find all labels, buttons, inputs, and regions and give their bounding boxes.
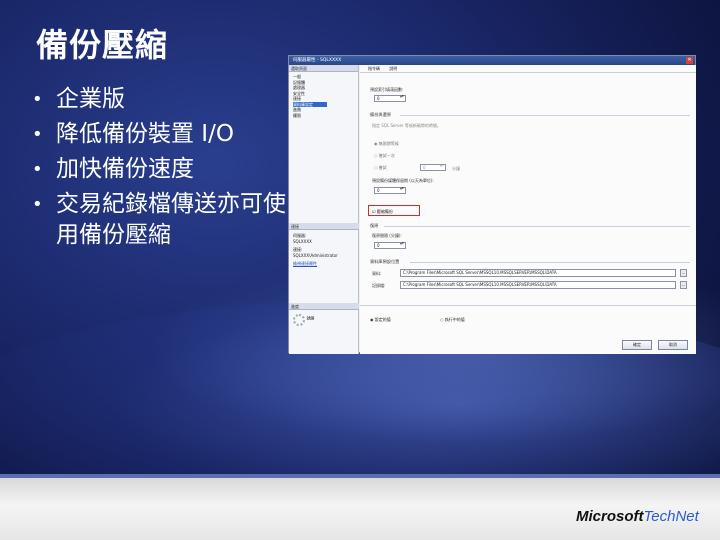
- tape-note: 指定 SQL Server 等候新磁帶的時間。: [372, 123, 441, 128]
- try-once-label: 嘗試一次: [378, 153, 395, 158]
- section-divider: [410, 262, 690, 263]
- compress-backup-highlight: [368, 205, 420, 216]
- page-list: 一般 記憶體 處理器 安全性 連接 資料庫設定 進階 權限: [289, 72, 358, 118]
- wait-indefinitely-radio[interactable]: ◉ 無限期等候: [374, 141, 399, 147]
- progress-header: 進度: [289, 303, 359, 310]
- dialog-title-bar: 伺服器屬性 - SQLXXXX ✕: [289, 56, 695, 65]
- progress-status: 就緒: [306, 315, 315, 321]
- bullet-item: 交易紀錄檔傳送亦可使用備份壓縮: [30, 189, 290, 251]
- bullet-item: 加快備份速度: [30, 154, 290, 185]
- view-connection-link[interactable]: 檢視連接屬性: [293, 261, 355, 267]
- try-once-radio[interactable]: ○ 嘗試一次: [374, 153, 395, 159]
- section-divider: [400, 115, 690, 116]
- retention-input[interactable]: 0: [374, 187, 406, 194]
- try-for-radio[interactable]: ○ 嘗試: [374, 165, 387, 171]
- dialog-left-pane: 選取頁面 一般 記憶體 處理器 安全性 連接 資料庫設定 進階 權限 連接 伺服…: [289, 65, 359, 354]
- bullet-item: 企業版: [30, 84, 290, 115]
- fill-factor-input[interactable]: 0: [374, 95, 406, 102]
- log-location-label: 記錄檔:: [372, 283, 386, 288]
- section-divider: [384, 226, 690, 227]
- recovery-interval-label: 復原間隔 (分鐘):: [372, 233, 402, 238]
- backup-restore-section: 備份與還原: [370, 112, 391, 117]
- running-values-radio[interactable]: ○ 執行中的值: [440, 317, 465, 323]
- slide-title: 備份壓縮: [36, 26, 169, 64]
- data-location-input[interactable]: C:\Program Files\Microsoft SQL Server\MS…: [400, 269, 676, 277]
- slide: 備份壓縮 企業版 降低備份裝置 I/O 加快備份速度 交易紀錄檔傳送亦可使用備份…: [0, 0, 720, 540]
- dialog-toolbar: 指令碼 說明: [360, 65, 696, 73]
- select-page-header: 選取頁面: [289, 65, 358, 72]
- connection-value: SQLXXX\Administrator: [293, 252, 338, 258]
- close-icon[interactable]: ✕: [686, 57, 693, 64]
- progress-panel: 進度 就緒: [289, 303, 359, 326]
- try-minutes-input[interactable]: 0: [420, 164, 446, 171]
- progress-spinner-icon: [293, 314, 305, 326]
- logo-brand: Microsoft: [576, 508, 644, 525]
- connection-header: 連接: [289, 223, 359, 230]
- footer-divider: [360, 305, 696, 306]
- try-for-label: 嘗試: [378, 165, 387, 170]
- server-properties-dialog: 伺服器屬性 - SQLXXXX ✕ 選取頁面 一般 記憶體 處理器 安全性 連接…: [288, 55, 696, 354]
- help-button[interactable]: 說明: [389, 66, 397, 71]
- running-values-label: 執行中的值: [444, 317, 465, 322]
- script-button[interactable]: 指令碼: [368, 66, 380, 71]
- microsoft-technet-logo: MicrosoftTechNet: [576, 508, 699, 525]
- page-item-permissions[interactable]: 權限: [293, 113, 358, 119]
- connection-panel: 連接 伺服器: SQLXXXX 連接: SQLXXX\Administrator…: [289, 223, 359, 270]
- dialog-title: 伺服器屬性 - SQLXXXX: [293, 58, 342, 63]
- log-location-input[interactable]: C:\Program Files\Microsoft SQL Server\MS…: [400, 281, 676, 289]
- db-default-locations-section: 資料庫預設位置: [370, 259, 400, 264]
- bullet-item: 降低備份裝置 I/O: [30, 119, 290, 150]
- configured-values-label: 設定的值: [374, 317, 391, 322]
- recovery-interval-input[interactable]: 0: [374, 242, 406, 249]
- recovery-section: 復原: [370, 223, 379, 228]
- server-value: SQLXXXX: [293, 238, 312, 244]
- cancel-button[interactable]: 取消: [658, 340, 688, 350]
- retention-label: 預設備份媒體保留期 (以天為單位):: [372, 178, 434, 183]
- configured-values-radio[interactable]: ◉ 設定的值: [370, 317, 391, 323]
- log-browse-button[interactable]: ...: [680, 281, 687, 289]
- wait-indefinitely-label: 無限期等候: [378, 141, 399, 146]
- bullet-list: 企業版 降低備份裝置 I/O 加快備份速度 交易紀錄檔傳送亦可使用備份壓縮: [30, 84, 290, 255]
- dialog-right-pane: 指令碼 說明 預設索引填滿因數: 0 備份與還原 指定 SQL Server 等…: [360, 65, 696, 354]
- minutes-label: 分鐘: [452, 166, 460, 171]
- fill-factor-label: 預設索引填滿因數:: [370, 87, 404, 92]
- ok-button[interactable]: 確定: [622, 340, 652, 350]
- logo-product: TechNet: [643, 508, 699, 525]
- data-browse-button[interactable]: ...: [680, 269, 687, 277]
- data-location-label: 資料:: [372, 271, 382, 276]
